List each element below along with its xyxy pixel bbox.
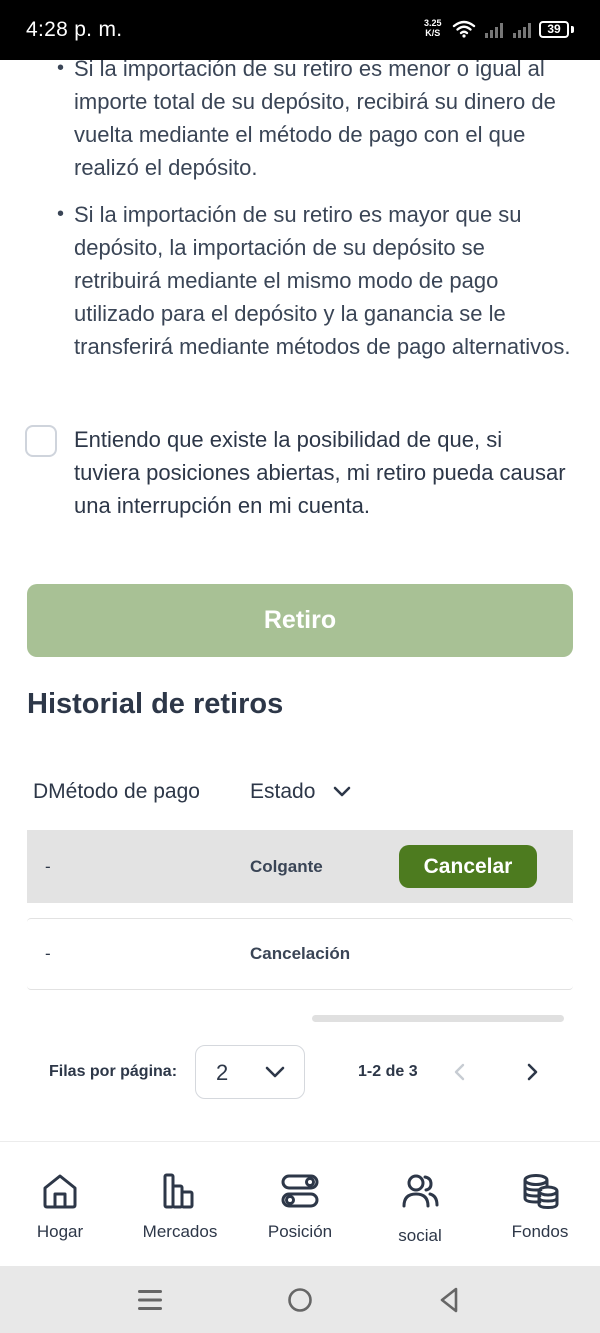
cell-method: -	[45, 857, 51, 876]
cell-method: -	[45, 944, 51, 963]
consent-text: Entiendo que existe la posibilidad de qu…	[74, 427, 566, 518]
rows-per-page-value: 2	[216, 1060, 229, 1085]
battery-icon: 39	[539, 21, 569, 38]
nav-item-funds[interactable]: Fondos	[480, 1142, 600, 1267]
back-icon[interactable]	[438, 1286, 460, 1314]
chevron-left-icon[interactable]	[452, 1061, 468, 1083]
nav-item-position[interactable]: Posición	[240, 1142, 360, 1267]
chevron-down-icon	[265, 1066, 285, 1078]
system-navigation-bar	[0, 1266, 600, 1333]
withdraw-button[interactable]: Retiro	[27, 584, 573, 657]
history-title: Historial de retiros	[27, 688, 284, 720]
bar-chart-icon	[163, 1173, 194, 1209]
nav-label: Mercados	[142, 1222, 218, 1241]
cell-status: Colgante	[250, 857, 323, 876]
info-bullet: Si la importación de su retiro es menor …	[57, 60, 574, 184]
rows-per-page-select[interactable]: 2	[195, 1045, 305, 1099]
cell-status: Cancelación	[250, 944, 351, 963]
table-row: - Cancelación	[27, 918, 573, 990]
column-header-status[interactable]: Estado	[250, 780, 315, 804]
consent-checkbox[interactable]	[25, 425, 57, 457]
nav-item-home[interactable]: Hogar	[0, 1142, 120, 1267]
nav-label: Posición	[267, 1222, 333, 1241]
rows-per-page-label: Filas por página:	[49, 1063, 178, 1080]
signal-icon	[485, 23, 503, 38]
coins-icon	[523, 1174, 559, 1210]
horizontal-scrollbar[interactable]	[312, 1015, 564, 1022]
toggles-icon	[281, 1174, 319, 1208]
chevron-right-icon[interactable]	[524, 1061, 540, 1083]
page-range: 1-2 de 3	[358, 1063, 418, 1080]
cancel-button[interactable]: Cancelar	[399, 845, 537, 888]
info-bullet: Si la importación de su retiro es mayor …	[57, 198, 574, 363]
nav-item-markets[interactable]: Mercados	[120, 1142, 240, 1267]
table-row: - Colgante Cancelar	[27, 830, 573, 903]
signal-icon	[513, 23, 531, 38]
recent-apps-icon[interactable]	[138, 1288, 162, 1312]
wifi-icon	[452, 20, 476, 38]
bottom-navigation: Hogar Mercados Posición social Fondos	[0, 1141, 600, 1266]
nav-label: Hogar	[36, 1222, 84, 1241]
network-speed: 3.25 K/S	[424, 18, 442, 38]
withdraw-content: Si la importación de su retiro es menor …	[0, 60, 600, 1140]
home-icon	[43, 1174, 77, 1209]
chevron-down-icon[interactable]	[333, 785, 351, 799]
battery-tip	[571, 26, 574, 33]
status-time: 4:28 p. m.	[26, 18, 123, 41]
nav-item-social[interactable]: social	[360, 1142, 480, 1267]
status-bar: 4:28 p. m. 3.25 K/S 39	[0, 0, 600, 60]
nav-label: Fondos	[511, 1222, 569, 1241]
column-header-method: DMétodo de pago	[33, 780, 200, 803]
home-button-icon[interactable]	[287, 1287, 313, 1313]
nav-label: social	[398, 1226, 442, 1245]
users-icon	[402, 1174, 439, 1208]
